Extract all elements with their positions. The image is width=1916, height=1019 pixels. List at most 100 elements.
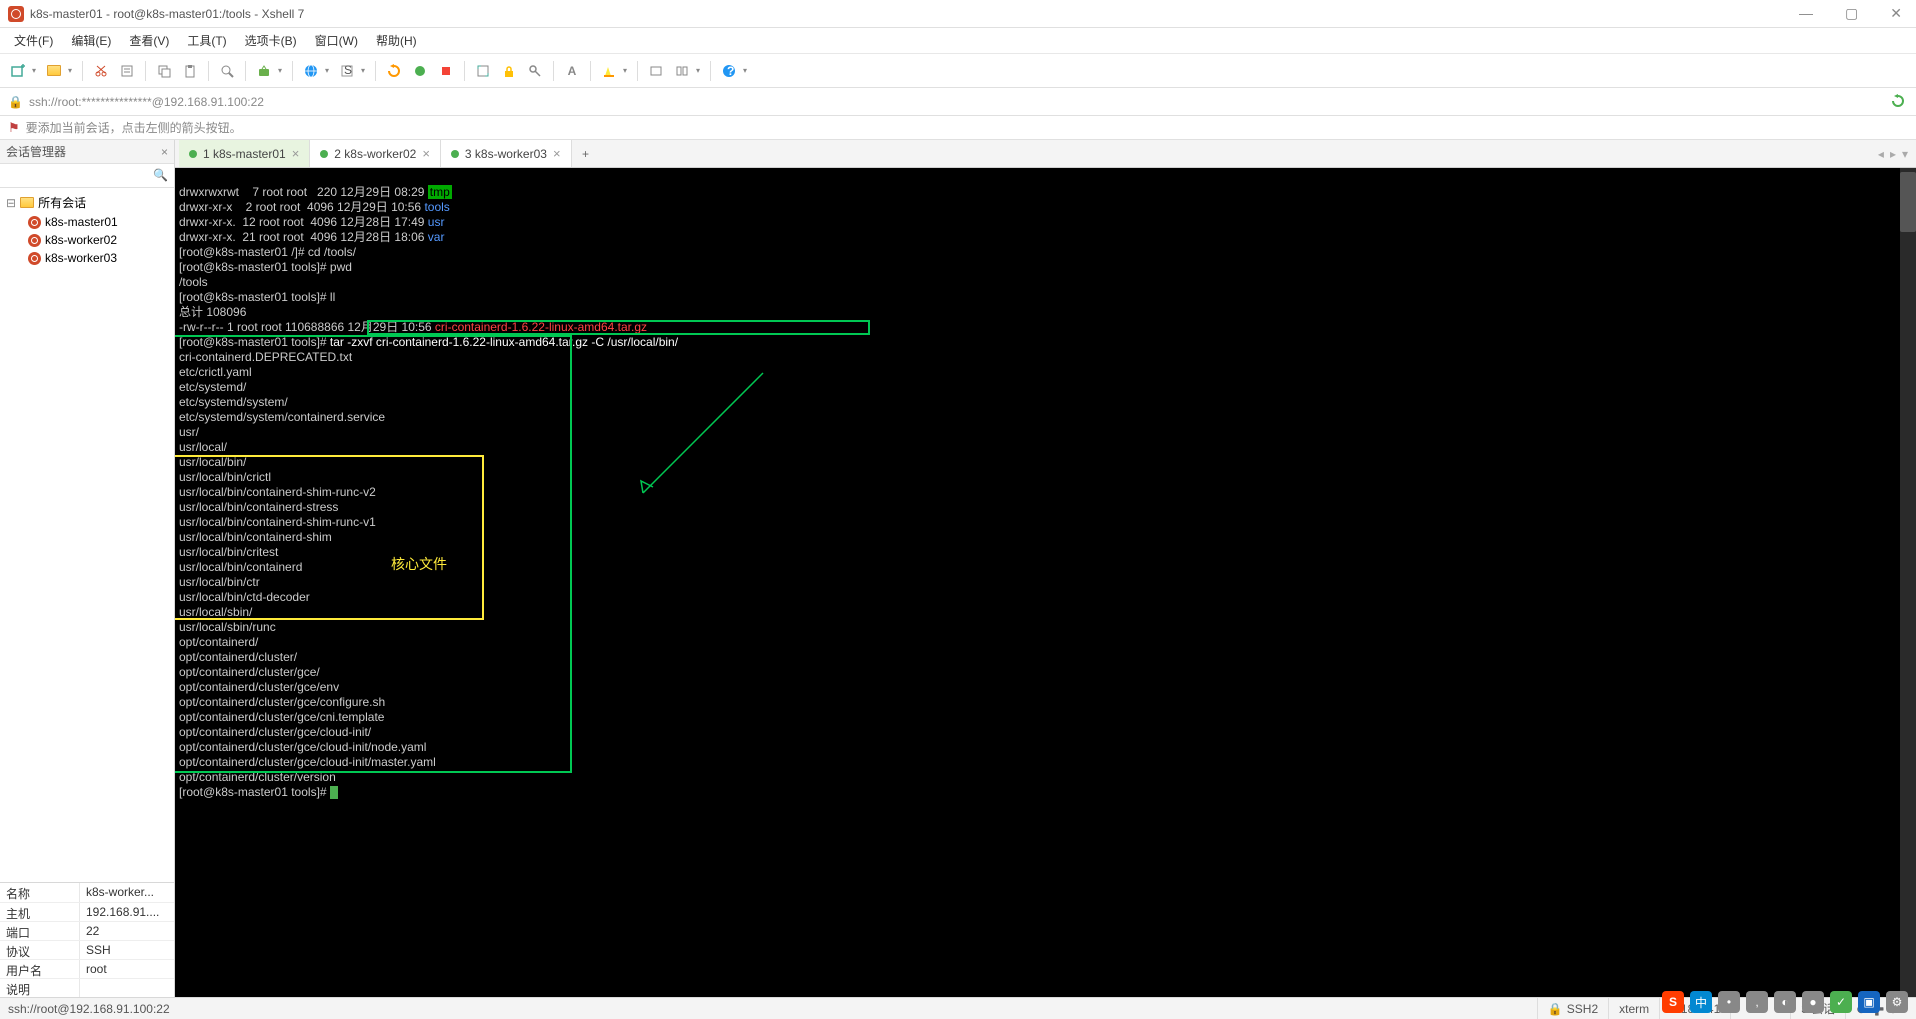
session-item-worker02[interactable]: k8s-worker02 [0,231,174,249]
record-icon[interactable] [408,59,432,83]
refresh-icon[interactable] [382,59,406,83]
session-tree[interactable]: ⊟ 所有会话 k8s-master01 k8s-worker02 k8s-wor… [0,188,174,882]
window-title: k8s-master01 - root@k8s-master01:/tools … [30,7,304,21]
system-tray: S 中 • , ◐ ● ✓ ▣ ⚙ [1656,987,1914,1017]
lock-icon: 🔒 [1548,1002,1563,1016]
status-address: ssh://root@192.168.91.100:22 [8,1002,170,1016]
lock-icon[interactable] [497,59,521,83]
tray-icon[interactable]: • [1718,991,1740,1013]
tray-sogou-icon[interactable]: S [1662,991,1684,1013]
tab-close-icon[interactable]: × [292,146,300,161]
globe-dropdown[interactable]: ▾ [325,66,333,75]
tab-add-button[interactable]: + [572,140,600,167]
copy-icon[interactable] [152,59,176,83]
find-icon[interactable] [215,59,239,83]
tray-icon[interactable]: ⚙ [1886,991,1908,1013]
menu-tab[interactable]: 选项卡(B) [237,29,305,52]
globe-icon[interactable] [299,59,323,83]
tray-icon[interactable]: ▣ [1858,991,1880,1013]
close-button[interactable]: ✕ [1884,1,1908,26]
layout1-icon[interactable] [644,59,668,83]
highlight-dropdown[interactable]: ▾ [623,66,631,75]
content-area: 1 k8s-master01 × 2 k8s-worker02 × 3 k8s-… [175,140,1916,997]
session-item-worker03[interactable]: k8s-worker03 [0,249,174,267]
transfer-icon[interactable] [252,59,276,83]
session-search-input[interactable] [0,164,174,187]
stop-icon[interactable] [434,59,458,83]
minimize-button[interactable]: — [1793,1,1819,26]
open-icon[interactable] [42,59,66,83]
new-session-dropdown[interactable]: ▾ [32,66,40,75]
svg-text:S: S [344,64,352,77]
status-protocol: SSH2 [1567,1002,1598,1016]
layout2-icon[interactable] [670,59,694,83]
help-icon[interactable]: ? [717,59,741,83]
maximize-button[interactable]: ▢ [1839,1,1864,26]
session-item-master01[interactable]: k8s-master01 [0,213,174,231]
menu-edit[interactable]: 编辑(E) [63,29,119,52]
menu-window[interactable]: 窗口(W) [307,29,366,52]
terminal-cursor [330,786,338,799]
search-icon[interactable]: 🔍 [153,168,168,182]
open-dropdown[interactable]: ▾ [68,66,76,75]
session-properties: 名称k8s-worker... 主机192.168.91.... 端口22 协议… [0,882,174,997]
menu-view[interactable]: 查看(V) [121,29,177,52]
tab-list-icon[interactable]: ▾ [1902,147,1908,161]
script-dropdown[interactable]: ▾ [361,66,369,75]
svg-text:?: ? [727,64,734,78]
menubar: 文件(F) 编辑(E) 查看(V) 工具(T) 选项卡(B) 窗口(W) 帮助(… [0,28,1916,54]
terminal-scrollbar[interactable] [1900,168,1916,997]
font-icon[interactable]: A [560,59,584,83]
tab-close-icon[interactable]: × [553,146,561,161]
menu-tools[interactable]: 工具(T) [179,29,234,52]
tab-worker02[interactable]: 2 k8s-worker02 × [310,140,441,167]
tree-root[interactable]: ⊟ 所有会话 [0,192,174,213]
tray-icon[interactable]: , [1746,991,1768,1013]
session-icon [28,216,41,229]
sidebar-close-icon[interactable]: × [161,145,168,159]
tab-strip: 1 k8s-master01 × 2 k8s-worker02 × 3 k8s-… [175,140,1916,168]
menu-help[interactable]: 帮助(H) [368,29,425,52]
status-dot-icon [451,150,459,158]
titlebar: k8s-master01 - root@k8s-master01:/tools … [0,0,1916,28]
properties-icon[interactable] [115,59,139,83]
tab-prev-icon[interactable]: ◂ [1878,147,1884,161]
tray-wechat-icon[interactable]: ✓ [1830,991,1852,1013]
reconnect-icon[interactable] [1890,93,1908,111]
layout-dropdown[interactable]: ▾ [696,66,704,75]
key-icon[interactable] [523,59,547,83]
address-text: ssh://root:***************@192.168.91.10… [29,95,264,109]
paste-icon[interactable] [178,59,202,83]
sidebar-title: 会话管理器 [6,143,66,160]
help-dropdown[interactable]: ▾ [743,66,751,75]
tab-worker03[interactable]: 3 k8s-worker03 × [441,140,572,167]
script-icon[interactable]: S [335,59,359,83]
session-icon [28,234,41,247]
highlight-icon[interactable] [597,59,621,83]
address-bar[interactable]: 🔒 ssh://root:***************@192.168.91.… [0,88,1916,116]
statusbar: ssh://root@192.168.91.100:22 🔒 SSH2 xterm… [0,997,1916,1019]
transfer-dropdown[interactable]: ▾ [278,66,286,75]
info-strip: ⚑ 要添加当前会话，点击左侧的箭头按钮。 [0,116,1916,140]
lock-icon: 🔒 [8,95,23,109]
tray-icon[interactable]: ◐ [1774,991,1796,1013]
tray-icon[interactable]: ● [1802,991,1824,1013]
toolbar: ▾ ▾ ▾ ▾ S ▾ A ▾ ▾ ? [0,54,1916,88]
status-dot-icon [189,150,197,158]
cut-icon[interactable] [89,59,113,83]
terminal[interactable]: drwxrwxrwt 7 root root 220 12月29日 08:29 … [175,168,1916,997]
fullscreen-icon[interactable] [471,59,495,83]
session-manager: 会话管理器 × 🔍 ⊟ 所有会话 k8s-master01 [0,140,175,997]
tab-master01[interactable]: 1 k8s-master01 × [179,140,310,167]
menu-file[interactable]: 文件(F) [6,29,61,52]
new-session-icon[interactable] [6,59,30,83]
session-icon [28,252,41,265]
tab-next-icon[interactable]: ▸ [1890,147,1896,161]
flag-icon: ⚑ [8,120,20,136]
annotation-label-core: 核心文件 [391,558,447,573]
status-term: xterm [1619,1002,1649,1016]
annotation-arrow [600,348,770,498]
tab-close-icon[interactable]: × [422,146,430,161]
folder-icon [20,197,34,208]
tray-ime-icon[interactable]: 中 [1690,991,1712,1013]
